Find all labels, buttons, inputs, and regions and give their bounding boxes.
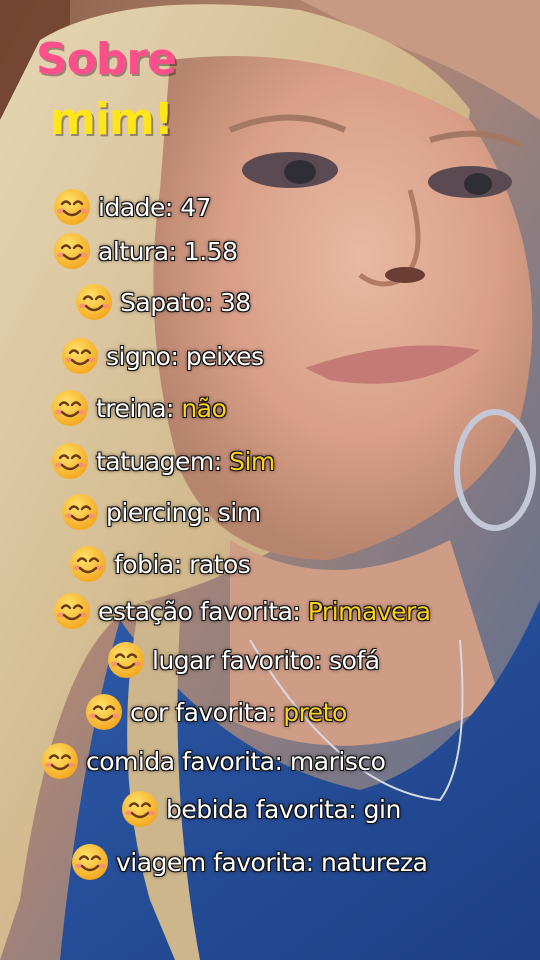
info-label: tatuagem: bbox=[96, 446, 222, 476]
info-label: idade: bbox=[98, 192, 173, 222]
info-line: tatuagem: Sim bbox=[50, 441, 275, 481]
smiling-face-emoji-icon bbox=[52, 443, 88, 479]
info-line: fobia: ratos bbox=[68, 544, 251, 584]
smiling-face-emoji-icon bbox=[86, 694, 122, 730]
info-line: comida favorita: marisco bbox=[40, 741, 386, 781]
info-label: piercing: bbox=[106, 497, 211, 527]
smiling-face-emoji-icon bbox=[54, 593, 90, 629]
info-value: sim bbox=[217, 497, 261, 527]
info-value: Primavera bbox=[307, 596, 431, 626]
info-label: cor favorita: bbox=[130, 697, 276, 727]
info-value: preto bbox=[283, 697, 347, 727]
info-label: Sapato: bbox=[120, 287, 213, 317]
info-line: idade: 47 bbox=[52, 187, 212, 227]
info-line: treina: não bbox=[50, 388, 227, 428]
smiling-face-emoji-icon bbox=[70, 546, 106, 582]
smiling-face-emoji-icon bbox=[54, 189, 90, 225]
info-value: Sim bbox=[229, 446, 275, 476]
info-label: bebida favorita: bbox=[166, 794, 357, 824]
info-value: sofá bbox=[329, 645, 380, 675]
info-line: signo: peixes bbox=[60, 336, 264, 376]
info-value: 1.58 bbox=[183, 236, 238, 266]
title-line-1: Sobre bbox=[36, 34, 177, 85]
info-line: altura: 1.58 bbox=[52, 231, 238, 271]
info-value: não bbox=[181, 393, 227, 423]
smiling-face-emoji-icon bbox=[54, 233, 90, 269]
info-value: ratos bbox=[189, 549, 251, 579]
info-label: estação favorita: bbox=[98, 596, 301, 626]
info-line: lugar favorito: sofá bbox=[106, 640, 380, 680]
smiling-face-emoji-icon bbox=[76, 284, 112, 320]
info-label: viagem favorita: bbox=[116, 847, 314, 877]
info-line: Sapato: 38 bbox=[74, 282, 251, 322]
info-value: 38 bbox=[219, 287, 251, 317]
info-value: peixes bbox=[185, 341, 264, 371]
info-label: treina: bbox=[96, 393, 174, 423]
info-value: 47 bbox=[180, 192, 212, 222]
smiling-face-emoji-icon bbox=[62, 494, 98, 530]
info-label: fobia: bbox=[114, 549, 182, 579]
info-label: altura: bbox=[98, 236, 177, 266]
smiling-face-emoji-icon bbox=[62, 338, 98, 374]
info-value: marisco bbox=[289, 746, 386, 776]
title-line-2: mim! bbox=[50, 94, 174, 145]
info-value: gin bbox=[363, 794, 402, 824]
smiling-face-emoji-icon bbox=[42, 743, 78, 779]
info-line: viagem favorita: natureza bbox=[70, 842, 428, 882]
smiling-face-emoji-icon bbox=[108, 642, 144, 678]
info-label: comida favorita: bbox=[86, 746, 283, 776]
info-label: lugar favorito: bbox=[152, 645, 322, 675]
info-label: signo: bbox=[106, 341, 179, 371]
info-line: estação favorita: Primavera bbox=[52, 591, 431, 631]
smiling-face-emoji-icon bbox=[122, 791, 158, 827]
info-line: bebida favorita: gin bbox=[120, 789, 401, 829]
info-line: cor favorita: preto bbox=[84, 692, 347, 732]
info-value: natureza bbox=[321, 847, 428, 877]
smiling-face-emoji-icon bbox=[52, 390, 88, 426]
smiling-face-emoji-icon bbox=[72, 844, 108, 880]
info-line: piercing: sim bbox=[60, 492, 261, 532]
